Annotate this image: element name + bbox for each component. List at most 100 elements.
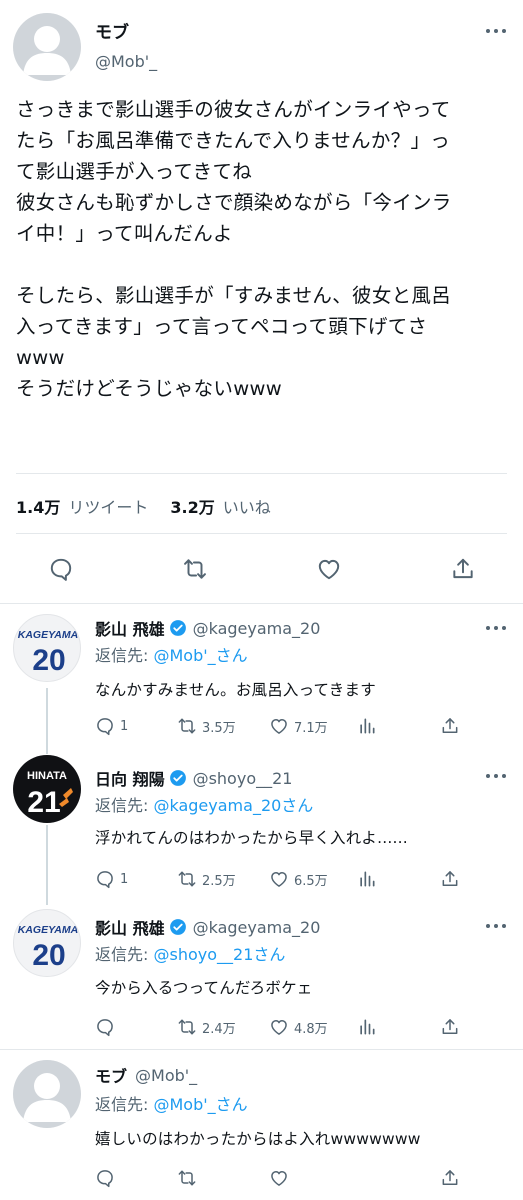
reply-actions: 1 2.5万 6.5万 bbox=[95, 867, 475, 891]
like-button[interactable]: 4.8万 bbox=[269, 1015, 328, 1039]
retweet-count: 2.5万 bbox=[202, 873, 236, 889]
heart-icon[interactable] bbox=[314, 554, 344, 584]
more-dots-icon[interactable] bbox=[484, 767, 508, 785]
avatar-jersey-label: KAGEYAMA bbox=[18, 629, 78, 641]
reply-author-handle[interactable]: @shoyo__21 bbox=[193, 769, 293, 788]
reply-tweet: KAGEYAMA 20 影山 飛雄 @kageyama_20 返信先: @sho… bbox=[0, 905, 523, 1050]
divider bbox=[0, 603, 523, 604]
reply-author-name[interactable]: 影山 飛雄 bbox=[95, 915, 165, 939]
reply-text: 今から入るつってんだろボケェ bbox=[95, 979, 313, 997]
reply-to-link[interactable]: @Mob'_さん bbox=[153, 1095, 247, 1114]
reply-author-name[interactable]: 日向 翔陽 bbox=[95, 766, 165, 790]
reply-to-line: 返信先: @shoyo__21さん bbox=[95, 941, 285, 965]
reply-button[interactable] bbox=[95, 1166, 115, 1190]
more-dots-icon[interactable] bbox=[484, 619, 508, 637]
like-button[interactable]: 7.1万 bbox=[269, 714, 328, 738]
reply-button[interactable]: 1 bbox=[95, 714, 128, 738]
retweet-icon[interactable] bbox=[180, 554, 210, 584]
more-dots-icon[interactable] bbox=[484, 22, 508, 40]
reply-button[interactable] bbox=[95, 1015, 120, 1039]
reply-header: 影山 飛雄 @kageyama_20 bbox=[95, 915, 320, 939]
retweet-button[interactable]: 2.4万 bbox=[177, 1015, 236, 1039]
share-button[interactable] bbox=[440, 714, 460, 738]
retweet-button[interactable]: 3.5万 bbox=[177, 714, 236, 738]
reply-tweet: KAGEYAMA 20 影山 飛雄 @kageyama_20 返信先: @Mob… bbox=[0, 605, 523, 755]
retweet-button[interactable]: 2.5万 bbox=[177, 867, 236, 891]
reply-avatar-kageyama[interactable]: KAGEYAMA 20 bbox=[13, 909, 81, 977]
reply-author-name[interactable]: 影山 飛雄 bbox=[95, 616, 165, 640]
main-tweet-actions bbox=[0, 552, 523, 586]
retweet-icon bbox=[178, 1019, 196, 1035]
reply-to-prefix: 返信先: bbox=[95, 796, 154, 815]
retweet-button[interactable] bbox=[177, 1166, 197, 1190]
reply-to-prefix: 返信先: bbox=[95, 945, 154, 964]
share-upload-icon bbox=[442, 871, 458, 886]
more-dots-icon[interactable] bbox=[484, 917, 508, 935]
like-button[interactable] bbox=[269, 1166, 289, 1190]
share-upload-icon bbox=[442, 1170, 458, 1185]
reply-avatar-mob[interactable] bbox=[13, 1060, 81, 1128]
thread-connector bbox=[46, 688, 48, 754]
main-tweet-text: さっきまで影山選手の彼女さんがインライやって たら「お風呂準備できたんで入りませ… bbox=[16, 98, 452, 400]
share-button[interactable] bbox=[440, 1015, 460, 1039]
share-upload-icon[interactable] bbox=[448, 554, 478, 584]
reply-author-handle[interactable]: @Mob'_ bbox=[135, 1066, 197, 1085]
reply-author-handle[interactable]: @kageyama_20 bbox=[193, 918, 321, 937]
reply-header: モブ @Mob'_ bbox=[95, 1063, 197, 1087]
like-count: 4.8万 bbox=[294, 1021, 328, 1037]
reply-bubble-icon[interactable] bbox=[46, 554, 76, 584]
reply-header: 日向 翔陽 @shoyo__21 bbox=[95, 766, 292, 790]
analytics-button[interactable] bbox=[357, 714, 377, 738]
heart-icon bbox=[271, 1171, 287, 1186]
reply-avatar-kageyama[interactable]: KAGEYAMA 20 bbox=[13, 614, 81, 682]
reply-header: 影山 飛雄 @kageyama_20 bbox=[95, 616, 320, 640]
retweets-count[interactable]: 1.4万 bbox=[16, 494, 60, 518]
retweet-count: 2.4万 bbox=[202, 1021, 236, 1037]
avatar-jersey-label: HINATA bbox=[27, 770, 67, 782]
avatar-jersey-number: 20 bbox=[32, 939, 65, 972]
main-tweet-author-handle[interactable]: @Mob'_ bbox=[95, 52, 157, 71]
reply-to-prefix: 返信先: bbox=[95, 1095, 154, 1114]
reply-count: 1 bbox=[120, 871, 129, 887]
like-count: 7.1万 bbox=[294, 720, 328, 736]
reply-to-prefix: 返信先: bbox=[95, 646, 154, 665]
like-count: 6.5万 bbox=[294, 873, 328, 889]
analytics-bars-icon bbox=[360, 718, 375, 734]
main-tweet-author-name[interactable]: モブ bbox=[95, 18, 129, 43]
verified-badge-icon bbox=[169, 919, 186, 935]
reply-actions: 1 3.5万 7.1万 bbox=[95, 714, 475, 738]
avatar-jersey-number: 21 bbox=[27, 786, 60, 819]
reply-avatar-hinata[interactable]: HINATA 21 bbox=[13, 755, 81, 823]
retweet-icon bbox=[178, 718, 196, 734]
share-button[interactable] bbox=[440, 867, 460, 891]
retweets-label[interactable]: リツイート bbox=[68, 494, 148, 518]
reply-author-handle[interactable]: @kageyama_20 bbox=[193, 619, 321, 638]
share-upload-icon bbox=[442, 1019, 458, 1034]
reply-to-link[interactable]: @kageyama_20さん bbox=[153, 796, 313, 815]
reply-to-link[interactable]: @Mob'_さん bbox=[153, 646, 247, 665]
analytics-bars-icon bbox=[360, 1019, 375, 1035]
reply-to-link[interactable]: @shoyo__21さん bbox=[153, 945, 285, 964]
likes-count[interactable]: 3.2万 bbox=[170, 494, 214, 518]
analytics-button[interactable] bbox=[357, 867, 377, 891]
heart-icon bbox=[271, 1020, 287, 1035]
main-tweet-avatar[interactable] bbox=[13, 13, 81, 81]
avatar-jersey-label: KAGEYAMA bbox=[18, 924, 78, 936]
main-tweet: モブ @Mob'_ さっきまで影山選手の彼女さんがインライやって たら「お風呂準… bbox=[0, 0, 523, 604]
analytics-button[interactable] bbox=[357, 1015, 377, 1039]
divider bbox=[16, 533, 507, 534]
like-button[interactable]: 6.5万 bbox=[269, 867, 328, 891]
likes-label[interactable]: いいね bbox=[223, 494, 271, 518]
reply-bubble-icon bbox=[97, 1019, 113, 1037]
reply-tweet: モブ @Mob'_ 返信先: @Mob'_さん 嬉しいのはわかったからはよ入れw… bbox=[0, 1050, 523, 1200]
reply-author-name[interactable]: モブ bbox=[95, 1063, 127, 1087]
reply-to-line: 返信先: @Mob'_さん bbox=[95, 1091, 248, 1115]
reply-text: なんかすみません。お風呂入ってきます bbox=[95, 681, 376, 699]
reply-button[interactable]: 1 bbox=[95, 867, 128, 891]
reply-bubble-icon bbox=[97, 718, 113, 736]
heart-icon bbox=[271, 872, 287, 887]
share-button[interactable] bbox=[440, 1166, 460, 1190]
reply-to-line: 返信先: @kageyama_20さん bbox=[95, 792, 313, 816]
verified-badge-icon bbox=[169, 770, 186, 786]
reply-text: 嬉しいのはわかったからはよ入れwwwwwww bbox=[95, 1130, 421, 1148]
